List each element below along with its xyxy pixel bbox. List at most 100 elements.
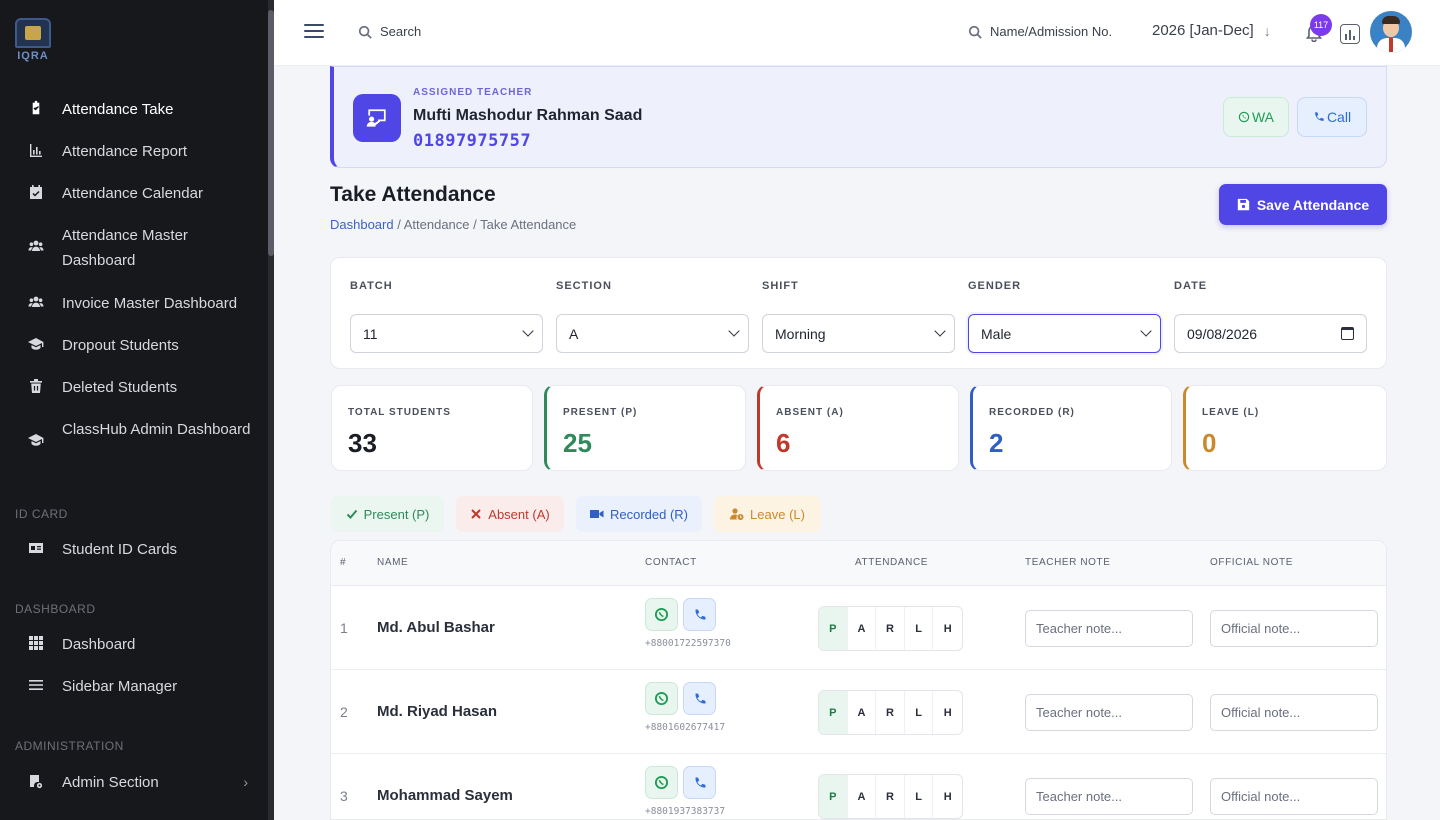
teacher-note-input[interactable]: Teacher note... [1025, 778, 1193, 815]
admission-search-label: Name/Admission No. [990, 24, 1113, 39]
attendance-option-p[interactable]: P [819, 775, 848, 818]
legend-recorded[interactable]: Recorded (R) [576, 496, 702, 532]
gender-label: GENDER [968, 280, 1022, 292]
sidebar-item-attendance-calendar[interactable]: Attendance Calendar [0, 181, 268, 206]
attendance-option-h[interactable]: H [933, 607, 962, 650]
sidebar-item-label: Dropout Students [62, 337, 179, 354]
header-attendance: ATTENDANCE [855, 557, 929, 568]
attendance-option-a[interactable]: A [848, 775, 877, 818]
user-avatar[interactable] [1370, 11, 1412, 53]
session-selector[interactable]: 2026 [Jan-Dec] ↓ [1152, 22, 1271, 39]
sidebar-item-label: ClassHub Admin Dashboard [62, 421, 251, 438]
breadcrumb-dashboard-link[interactable]: Dashboard [330, 217, 394, 232]
breadcrumb-attendance[interactable]: Attendance [404, 217, 470, 232]
attendance-option-r[interactable]: R [876, 775, 905, 818]
table-row: 1 Md. Abul Bashar +88001722597370 P A R … [331, 586, 1386, 670]
student-call-button[interactable] [683, 682, 716, 715]
teacher-phone: 01897975757 [413, 131, 532, 151]
official-note-input[interactable]: Official note... [1210, 610, 1378, 647]
date-label: DATE [1174, 280, 1208, 292]
sidebar-item-invoice-master-dashboard[interactable]: Invoice Master Dashboard [0, 291, 268, 316]
sidebar-scrollbar[interactable] [268, 0, 274, 820]
calendar-icon[interactable] [1341, 327, 1354, 340]
sidebar-item-sidebar-manager[interactable]: Sidebar Manager [0, 674, 268, 699]
chevron-down-icon [934, 325, 946, 337]
app-logo[interactable]: IQRA [14, 18, 52, 68]
batch-select[interactable]: 11 [350, 314, 543, 353]
attendance-option-a[interactable]: A [848, 607, 877, 650]
menu-toggle-icon[interactable] [304, 24, 324, 40]
attendance-option-r[interactable]: R [876, 691, 905, 734]
global-search[interactable]: Search [358, 24, 421, 39]
date-input[interactable]: 09/08/2026 [1174, 314, 1367, 353]
attendance-option-h[interactable]: H [933, 775, 962, 818]
save-icon [1237, 198, 1250, 211]
stat-leave: LEAVE (L) 0 [1183, 385, 1387, 471]
sidebar-item-dropout-students[interactable]: Dropout Students [0, 333, 268, 358]
attendance-option-l[interactable]: L [905, 607, 934, 650]
global-search-label: Search [380, 24, 422, 39]
notification-badge: 117 [1310, 14, 1332, 36]
section-value: A [569, 325, 579, 342]
search-icon [358, 25, 372, 39]
sidebar-item-classhub-admin-dashboard[interactable]: ClassHub Admin Dashboard [0, 417, 268, 450]
stats-icon[interactable] [1340, 24, 1360, 44]
chevron-down-icon [1140, 325, 1152, 337]
teacher-note-input[interactable]: Teacher note... [1025, 694, 1193, 731]
attendance-option-h[interactable]: H [933, 691, 962, 734]
attendance-option-l[interactable]: L [905, 691, 934, 734]
sidebar-item-admin-section[interactable]: Admin Section › [0, 770, 268, 795]
student-name: Md. Riyad Hasan [377, 703, 498, 720]
sidebar-item-student-id-cards[interactable]: Student ID Cards [0, 537, 268, 562]
shift-select[interactable]: Morning [762, 314, 955, 353]
attendance-selector: P A R L H [818, 774, 963, 819]
phone-icon [1315, 112, 1324, 121]
user-clock-icon [730, 508, 744, 520]
legend-leave[interactable]: Leave (L) [714, 496, 821, 532]
header-teacher-note: TEACHER NOTE [1025, 557, 1111, 568]
sidebar-item-dashboard[interactable]: Dashboard [0, 632, 268, 657]
official-note-input[interactable]: Official note... [1210, 694, 1378, 731]
legend-present-label: Present (P) [363, 506, 430, 522]
attendance-option-r[interactable]: R [876, 607, 905, 650]
teacher-note-input[interactable]: Teacher note... [1025, 610, 1193, 647]
teacher-call-button[interactable]: Call [1297, 97, 1367, 137]
admission-search[interactable]: Name/Admission No. [968, 24, 1112, 39]
assigned-teacher-card: ASSIGNED TEACHER Mufti Mashodur Rahman S… [330, 66, 1387, 168]
sidebar-item-label: Admin Section [62, 774, 159, 791]
attendance-option-p[interactable]: P [819, 691, 848, 734]
attendance-option-l[interactable]: L [905, 775, 934, 818]
student-call-button[interactable] [683, 766, 716, 799]
stat-absent: ABSENT (A) 6 [757, 385, 959, 471]
sidebar-item-deleted-students[interactable]: Deleted Students [0, 375, 268, 400]
date-filter: DATE 09/08/2026 [1174, 280, 1367, 353]
teacher-whatsapp-label: WA [1251, 109, 1275, 125]
attendance-option-p[interactable]: P [819, 607, 848, 650]
shift-value: Morning [775, 325, 826, 342]
legend-absent[interactable]: Absent (A) [456, 496, 564, 532]
stat-label: LEAVE (L) [1202, 407, 1260, 418]
table-row: 3 Mohammad Sayem +8801937383737 P A R L … [331, 754, 1386, 819]
gender-select[interactable]: Male [968, 314, 1161, 353]
student-call-button[interactable] [683, 598, 716, 631]
sidebar-item-attendance-master-dashboard[interactable]: Attendance Master Dashboard [0, 223, 268, 273]
attendance-selector: P A R L H [818, 690, 963, 735]
sidebar-item-attendance-take[interactable]: Attendance Take [0, 97, 268, 122]
legend-present[interactable]: Present (P) [331, 496, 444, 532]
student-whatsapp-button[interactable] [645, 682, 678, 715]
official-note-input[interactable]: Official note... [1210, 778, 1378, 815]
chevron-right-icon: › [243, 774, 248, 790]
student-whatsapp-button[interactable] [645, 598, 678, 631]
student-whatsapp-button[interactable] [645, 766, 678, 799]
teacher-board-icon [353, 94, 401, 142]
stat-label: RECORDED (R) [989, 407, 1075, 418]
teacher-whatsapp-button[interactable]: WA [1223, 97, 1289, 137]
section-label: SECTION [556, 280, 612, 292]
attendance-option-a[interactable]: A [848, 691, 877, 734]
logo-mark-icon [15, 18, 51, 48]
search-icon [968, 25, 982, 39]
stat-total-students: TOTAL STUDENTS 33 [331, 385, 533, 471]
save-attendance-button[interactable]: Save Attendance [1219, 184, 1387, 225]
sidebar-item-attendance-report[interactable]: Attendance Report [0, 139, 268, 164]
section-select[interactable]: A [556, 314, 749, 353]
